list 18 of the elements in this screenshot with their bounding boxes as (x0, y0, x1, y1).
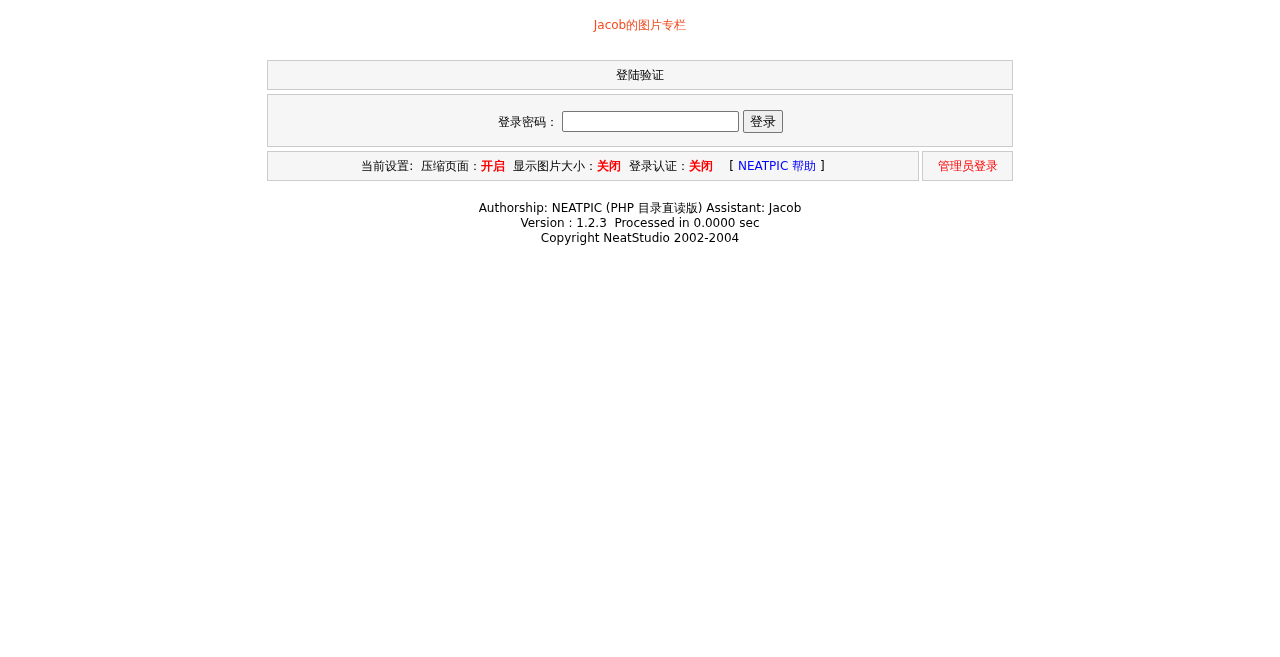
setting-value: 关闭 (689, 158, 714, 175)
site-title: Jacob的图片专栏 (593, 17, 687, 34)
settings-label: 当前设置: (361, 158, 414, 175)
setting-value: 关闭 (597, 158, 622, 175)
password-field[interactable] (561, 111, 739, 132)
setting-value: 开启 (481, 158, 506, 175)
help-link[interactable]: NEATPIC 帮助 (737, 157, 817, 175)
panel-heading: 登陆验证 (616, 68, 664, 82)
footer-line: Copyright NeatStudio 2002-2004 (540, 231, 740, 246)
setting-label: 显示图片大小： (513, 158, 598, 175)
password-label: 登录密码： (497, 113, 558, 131)
footer-line: Version : 1.2.3 Processed in 0.0000 sec (520, 216, 760, 231)
setting-label: 压缩页面： (421, 158, 482, 175)
bracket: ] (820, 158, 825, 175)
setting-label: 登录认证： (629, 158, 690, 175)
footer-line: Authorship: NEATPIC (PHP 目录直读版) Assistant: Jacob (478, 201, 802, 216)
bracket: [ (729, 158, 734, 175)
login-button[interactable]: 登录 (742, 110, 783, 133)
